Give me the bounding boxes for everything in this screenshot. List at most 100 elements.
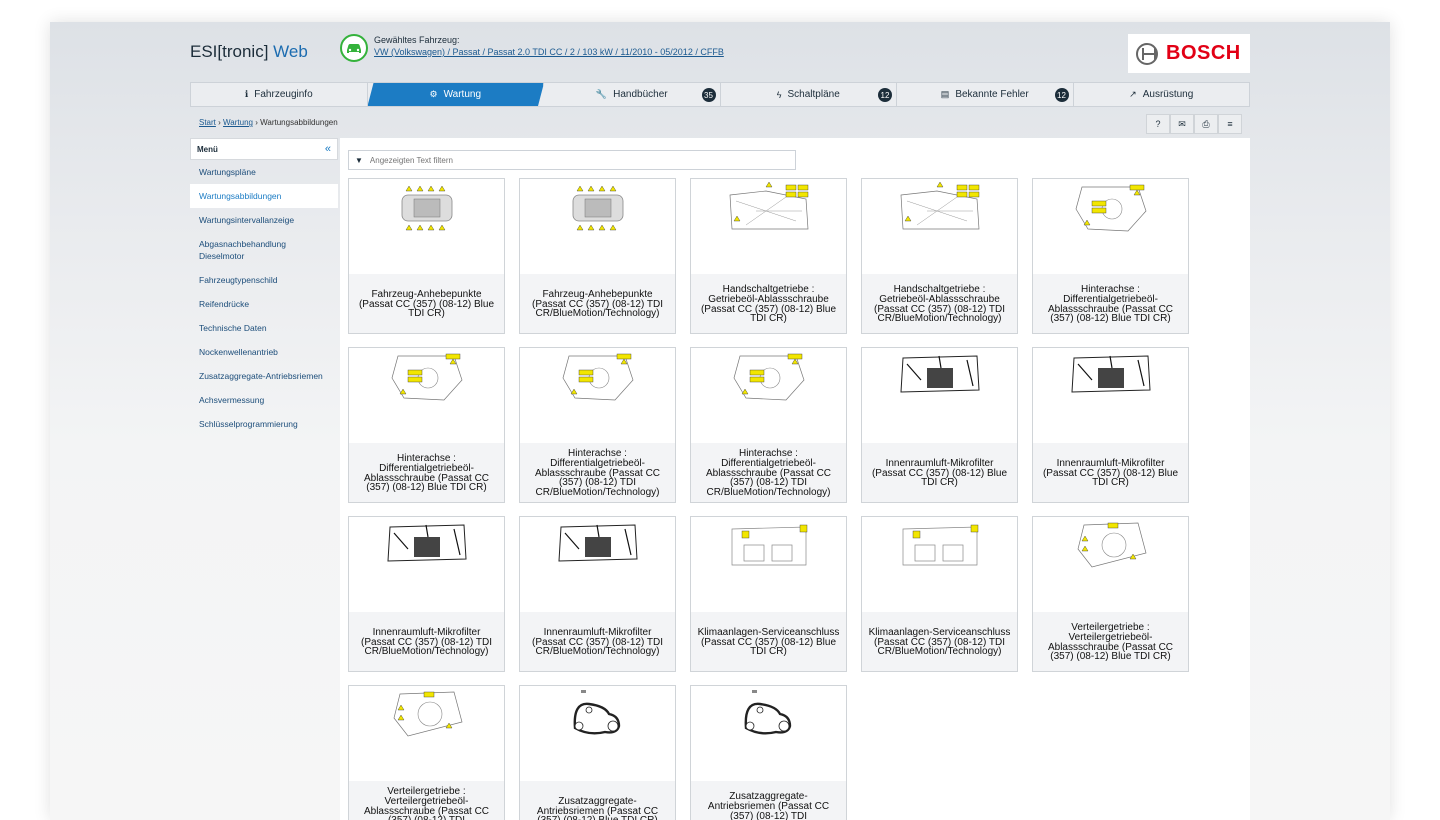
image-card[interactable]: Hinterachse : Differentialgetriebeöl-Abl… xyxy=(1032,178,1189,334)
diff-diagram-thumbnail xyxy=(349,348,504,443)
tab-handbücher[interactable]: 🔧 Handbücher 35 xyxy=(544,83,721,106)
tab-label: Wartung xyxy=(443,89,481,100)
sidebar-item[interactable]: Reifendrücke xyxy=(190,292,338,316)
main-tabs: ℹ Fahrzeuginfo ⚙ Wartung 🔧 Handbücher 35 ϟ Schal… xyxy=(190,82,1250,107)
filter-diagram-thumbnail xyxy=(520,517,675,612)
image-card-caption: Hinterachse : Differentialgetriebeöl-Abl… xyxy=(1047,284,1174,325)
menu-button[interactable]: ≡ xyxy=(1218,114,1242,134)
filter-input[interactable] xyxy=(369,155,770,165)
count-badge: 12 xyxy=(878,88,892,102)
image-card[interactable]: Innenraumluft-Mikrofilter (Passat CC (35… xyxy=(861,347,1018,503)
lift-diagram-thumbnail xyxy=(520,179,675,274)
image-card[interactable]: Innenraumluft-Mikrofilter (Passat CC (35… xyxy=(519,516,676,672)
image-card-caption: Klimaanlagen-Serviceanschluss (Passat CC… xyxy=(868,626,1011,658)
image-card[interactable]: Verteilergetriebe : Verteilergetriebeöl-… xyxy=(348,685,505,820)
image-card[interactable]: Klimaanlagen-Serviceanschluss (Passat CC… xyxy=(861,516,1018,672)
ac-diagram-thumbnail xyxy=(691,517,846,612)
image-card[interactable]: Handschaltgetriebe : Getriebeöl-Ablasssc… xyxy=(861,178,1018,334)
book-icon: ▤ xyxy=(940,89,950,99)
image-card[interactable]: Fahrzeug-Anhebepunkte (Passat CC (357) (… xyxy=(519,178,676,334)
sidebar-item[interactable]: Abgasnachbehandlung Dieselmotor xyxy=(190,232,338,268)
sidebar-item[interactable]: Wartungspläne xyxy=(190,160,338,184)
image-card-caption: Fahrzeug-Anhebepunkte (Passat CC (357) (… xyxy=(532,288,663,320)
vehicle-car-icon[interactable] xyxy=(340,34,368,62)
tab-label: Bekannte Fehler xyxy=(955,89,1029,100)
gears-icon: ⚙ xyxy=(429,89,438,99)
tab-label: Fahrzeuginfo xyxy=(254,89,313,100)
sidebar-item[interactable]: Fahrzeugtypenschild xyxy=(190,268,338,292)
lift-diagram-thumbnail xyxy=(349,179,504,274)
ac-diagram-thumbnail xyxy=(862,517,1017,612)
tab-wartung[interactable]: ⚙ Wartung xyxy=(368,83,545,106)
sidebar-header: Menü « xyxy=(190,138,338,160)
diff-diagram-thumbnail xyxy=(1033,179,1188,274)
image-card[interactable]: Zusatzaggregate-Antriebsriemen (Passat C… xyxy=(519,685,676,820)
tab-label: Ausrüstung xyxy=(1142,89,1194,100)
sidebar-item[interactable]: Wartungsintervallanzeige xyxy=(190,208,338,232)
bosch-logo: BOSCH xyxy=(1128,34,1250,73)
image-card-caption: Zusatzaggregate-Antriebsriemen (Passat C… xyxy=(707,791,830,820)
filter-diagram-thumbnail xyxy=(349,517,504,612)
image-card[interactable]: Hinterachse : Differentialgetriebeöl-Abl… xyxy=(348,347,505,503)
breadcrumb-separator: › xyxy=(218,118,221,127)
tab-label: Handbücher xyxy=(613,89,668,100)
external-link-icon: ↗ xyxy=(1129,89,1137,99)
main-content: ▼ Fahrzeug-Anhebepunkte (Passat CC (357)… xyxy=(340,138,1250,820)
sidebar-item[interactable]: Schlüsselprogrammierung xyxy=(190,412,338,436)
mail-button[interactable]: ✉ xyxy=(1170,114,1194,134)
breadcrumb-wartung[interactable]: Wartung xyxy=(223,118,253,127)
image-card[interactable]: Zusatzaggregate-Antriebsriemen (Passat C… xyxy=(690,685,847,820)
image-card-caption: Innenraumluft-Mikrofilter (Passat CC (35… xyxy=(1042,457,1179,489)
count-badge: 35 xyxy=(701,88,716,102)
sidebar-item[interactable]: Achsvermessung xyxy=(190,388,338,412)
image-card[interactable]: Klimaanlagen-Serviceanschluss (Passat CC… xyxy=(690,516,847,672)
filter-box[interactable]: ▼ xyxy=(348,150,796,170)
sidebar-item[interactable]: Technische Daten xyxy=(190,316,338,340)
image-card-caption: Zusatzaggregate-Antriebsriemen (Passat C… xyxy=(536,795,659,820)
image-card[interactable]: Innenraumluft-Mikrofilter (Passat CC (35… xyxy=(1032,347,1189,503)
breadcrumb-separator: › xyxy=(255,118,258,127)
image-card-caption: Fahrzeug-Anhebepunkte (Passat CC (357) (… xyxy=(358,288,495,320)
image-card[interactable]: Handschaltgetriebe : Getriebeöl-Ablasssc… xyxy=(690,178,847,334)
image-card-caption: Innenraumluft-Mikrofilter (Passat CC (35… xyxy=(871,457,1008,489)
belt-diagram-thumbnail xyxy=(691,686,846,781)
image-card-caption: Handschaltgetriebe : Getriebeöl-Ablasssc… xyxy=(874,284,1005,325)
image-card-caption: Hinterachse : Differentialgetriebeöl-Abl… xyxy=(705,448,832,499)
tab-fahrzeuginfo[interactable]: ℹ Fahrzeuginfo xyxy=(191,83,368,106)
image-card[interactable]: Innenraumluft-Mikrofilter (Passat CC (35… xyxy=(348,516,505,672)
image-card-caption: Innenraumluft-Mikrofilter (Passat CC (35… xyxy=(361,626,492,658)
image-card-caption: Hinterachse : Differentialgetriebeöl-Abl… xyxy=(534,448,661,499)
vehicle-caption: Gewähltes Fahrzeug: xyxy=(374,35,460,45)
filter-icon: ▼ xyxy=(355,155,363,165)
sidebar-item[interactable]: Wartungsabbildungen xyxy=(190,184,338,208)
sidebar-list: Wartungspläne Wartungsabbildungen Wartungs… xyxy=(190,160,338,436)
diff-diagram-thumbnail xyxy=(691,348,846,443)
help-button[interactable]: ? xyxy=(1146,114,1170,134)
print-button[interactable]: ⎙ xyxy=(1194,114,1218,134)
tab-ausrüstung[interactable]: ↗ Ausrüstung xyxy=(1074,83,1250,106)
transfer-diagram-thumbnail xyxy=(349,686,504,781)
image-card[interactable]: Fahrzeug-Anhebepunkte (Passat CC (357) (… xyxy=(348,178,505,334)
breadcrumb-start[interactable]: Start xyxy=(199,118,216,127)
app-title-main: ESI[tronic] xyxy=(190,42,269,61)
diff-diagram-thumbnail xyxy=(520,348,675,443)
tab-bekannte-fehler[interactable]: ▤ Bekannte Fehler 12 xyxy=(897,83,1074,106)
info-icon: ℹ xyxy=(244,89,249,99)
breadcrumb-current: Wartungsabbildungen xyxy=(260,118,338,127)
sidebar-item[interactable]: Zusatzaggregate-Antriebsriemen xyxy=(190,364,338,388)
bolt-icon: ϟ xyxy=(776,89,782,100)
image-card[interactable]: Hinterachse : Differentialgetriebeöl-Abl… xyxy=(690,347,847,503)
vehicle-link[interactable]: VW (Volkswagen) / Passat / Passat 2.0 TD… xyxy=(374,47,724,57)
image-card[interactable]: Verteilergetriebe : Verteilergetriebeöl-… xyxy=(1032,516,1189,672)
sidebar: Menü « Wartungspläne Wartungsabbildungen W… xyxy=(190,138,338,438)
sidebar-title: Menü xyxy=(197,144,218,154)
wrench-icon: 🔧 xyxy=(595,89,608,99)
image-card[interactable]: Hinterachse : Differentialgetriebeöl-Abl… xyxy=(519,347,676,503)
bosch-armature-icon xyxy=(1136,42,1158,65)
collapse-sidebar-button[interactable]: « xyxy=(325,143,331,155)
app-window: ESI[tronic] Web Gewähltes Fahrzeug: VW (… xyxy=(50,22,1390,820)
sidebar-item[interactable]: Nockenwellenantrieb xyxy=(190,340,338,364)
tab-schaltpläne[interactable]: ϟ Schaltpläne 12 xyxy=(721,83,897,106)
image-card-caption: Handschaltgetriebe : Getriebeöl-Ablasssc… xyxy=(700,284,837,325)
image-card-caption: Verteilergetriebe : Verteilergetriebeöl-… xyxy=(363,786,490,820)
